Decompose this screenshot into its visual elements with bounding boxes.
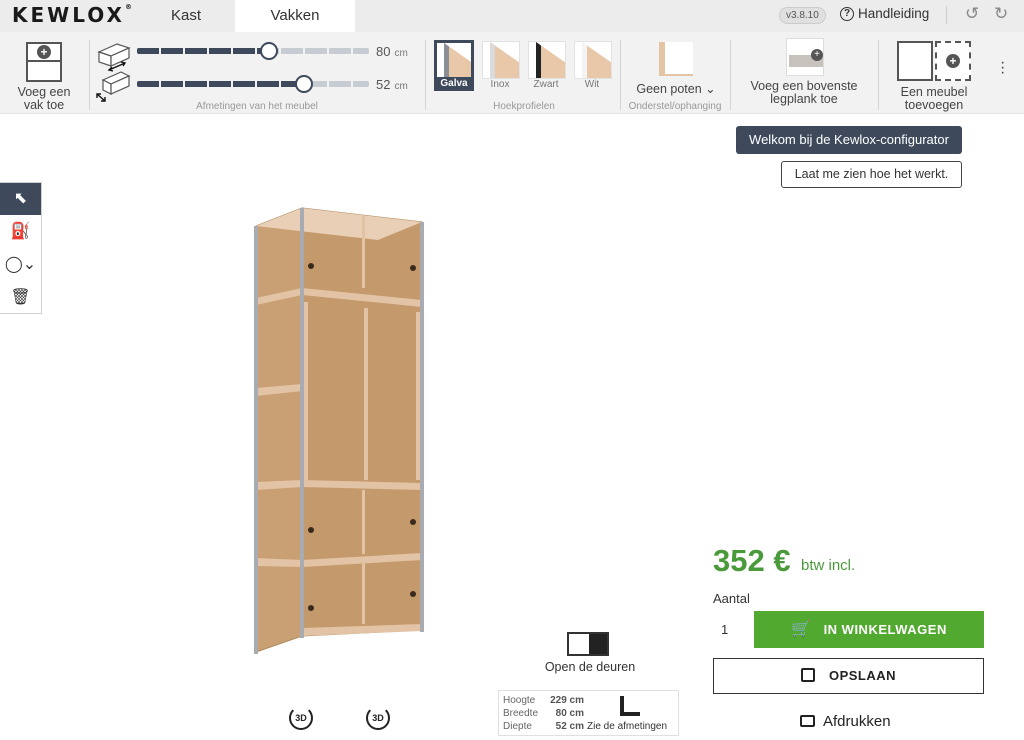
dimension-box-icons [96,43,131,102]
add-compartment-label: Voeg een vak toe [17,85,71,112]
legs-icon [659,42,693,76]
dimensions-summary[interactable]: Hoogte 229 cm Breedte 80 cm Diepte 52 cm Zi… [498,690,679,736]
add-furniture-icon: + [897,41,973,83]
add-to-cart-label: IN WINKELWAGEN [823,622,947,637]
width-slider-fill [137,48,270,54]
show-me-button[interactable]: Laat me zien hoe het werkt. [781,161,962,188]
profile-zwart[interactable] [528,41,566,79]
add-compartment-icon: + [26,42,62,82]
profile-wit-label: Wit [584,79,600,90]
width-slider[interactable] [137,42,369,60]
profile-edge-shape [536,42,541,78]
profile-galva-label: Galva [434,77,474,91]
print-button[interactable]: Afdrukken [800,713,891,730]
quantity-label: Aantal [713,591,750,606]
profile-galva[interactable] [434,40,474,80]
dim-width: Breedte 80 cm [503,708,584,719]
floppy-disk-icon [800,668,815,682]
stand-dropdown-value: Geen poten [636,82,702,96]
profile-wit[interactable] [574,41,612,79]
furniture-box-shape [897,41,933,81]
save-label: OPSLAAN [828,668,897,683]
divider [946,6,947,24]
printer-icon [800,715,815,727]
see-dimensions-link[interactable]: Zie de afmetingen [587,721,667,732]
depth-value: 52 cm [376,77,408,92]
depth-slider[interactable] [137,75,369,93]
chevron-down-icon: ⌄ [705,82,716,96]
price-tax-note: btw incl. [801,557,856,574]
open-doors-label[interactable]: Open de deuren [535,660,645,674]
rotate-left-button[interactable]: 3D [287,704,315,732]
profiles-caption: Hoekprofielen [493,101,555,112]
plus-circle-icon: + [37,45,51,59]
dimensions-caption: Afmetingen van het meubel [196,101,318,112]
cart-icon: 🛒 [791,621,812,638]
open-doors-icon[interactable] [567,632,609,656]
dim-height: Hoogte 229 cm [503,695,584,706]
door-shape [589,634,607,654]
undo-icon[interactable]: ↺ [965,4,979,24]
width-value: 80 cm [376,44,408,59]
depth-slider-knob[interactable] [295,75,314,93]
add-to-cart-button[interactable]: 🛒 IN WINKELWAGEN [754,611,984,648]
help-link[interactable]: ? Handleiding [840,6,929,21]
stand-dropdown[interactable]: Geen poten ⌄ [628,83,724,96]
tool-palette: ⬉ ⛽ ◯⌄ 🗑 [0,182,42,314]
save-button[interactable]: OPSLAAN [713,658,984,694]
quantity-input[interactable]: 1 [713,612,754,648]
top-bar: KEWLOX® Kast Vakken v3.8.10 ? Handleidin… [0,0,1024,32]
redo-icon[interactable]: ↻ [994,4,1008,24]
dim-depth: Diepte 52 cm [503,721,584,732]
add-furniture-button[interactable]: Een meubel toevoegen [886,86,982,112]
profile-inox-label: Inox [490,79,510,90]
question-circle-icon: ? [840,6,854,21]
divider [730,40,731,110]
tab-kast[interactable]: Kast [138,0,234,32]
ruler-icon [620,696,640,716]
top-shelf-icon: + [786,38,824,76]
toolbar: + Voeg een vak toe 80 cm 52 cm Afmetingen … [0,32,1024,114]
handle-picker-icon[interactable]: ◯⌄ [0,249,41,281]
tab-vakken[interactable]: Vakken [235,0,355,32]
plus-circle-icon: + [946,54,960,68]
profile-edge-shape [444,43,449,77]
version-badge: v3.8.10 [779,7,826,24]
profile-edge-shape [582,42,587,78]
divider [89,40,90,110]
plus-circle-icon: + [811,49,823,61]
cabinet-side-panel [255,207,303,653]
profile-inox[interactable] [482,41,520,79]
more-vertical-icon[interactable]: · · · [1000,55,1005,81]
divider [620,40,621,110]
help-label: Handleiding [858,6,930,21]
price: 352 € [713,543,791,578]
print-label: Afdrukken [823,713,891,730]
trash-icon[interactable]: 🗑 [0,282,41,314]
kewlox-logo[interactable]: KEWLOX® [12,3,132,27]
width-slider-knob[interactable] [260,42,279,60]
paint-bucket-icon[interactable]: ⛽ [0,216,41,248]
stand-caption: Onderstel/ophanging [628,101,722,112]
profile-edge-shape [490,42,495,78]
divider [425,40,426,110]
cabinet-3d-view[interactable] [250,200,430,660]
add-top-shelf-button[interactable]: Voeg een bovenste legplank toe [738,80,870,106]
depth-slider-fill [137,81,305,87]
select-cursor-icon[interactable]: ⬉ [0,183,41,215]
welcome-banner: Welkom bij de Kewlox-configurator [736,126,962,154]
profile-zwart-label: Zwart [533,79,559,90]
rotate-right-button[interactable]: 3D [364,704,392,732]
divider [878,40,879,110]
